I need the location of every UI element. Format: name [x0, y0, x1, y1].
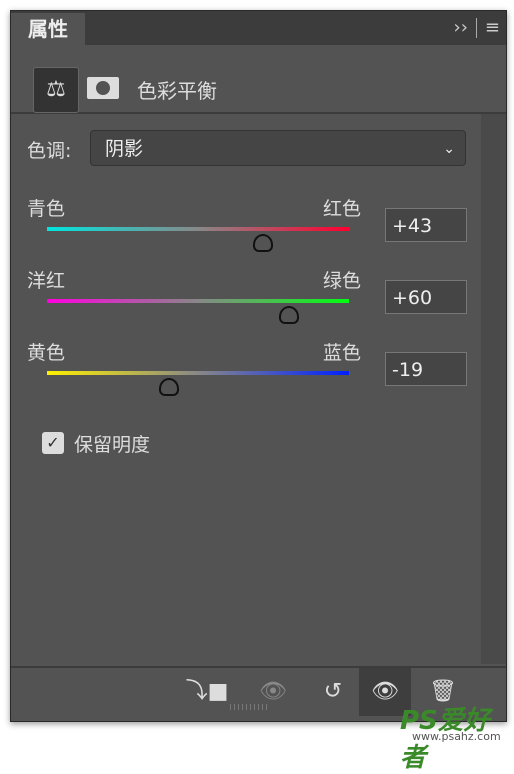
menu-icon[interactable]: ≡ — [485, 17, 500, 38]
slider-left-label: 青色 — [27, 198, 66, 220]
reset-icon[interactable]: ↺ — [307, 668, 359, 716]
scrollbar[interactable] — [481, 114, 506, 664]
panel-header: ⚖ 色彩平衡 — [11, 45, 506, 114]
slider-right-label: 蓝色 — [323, 342, 362, 364]
color-slider-track[interactable] — [47, 371, 349, 375]
preserve-luminosity-checkbox[interactable]: ✓ — [42, 432, 64, 454]
slider-value-input[interactable]: -19 — [385, 352, 467, 386]
slider-left-label: 洋红 — [27, 270, 66, 292]
tone-value: 阴影 — [105, 138, 144, 160]
collapse-icon[interactable]: ›› — [454, 17, 468, 38]
tone-select[interactable]: 阴影 ⌄ — [90, 130, 466, 166]
color-slider-track[interactable] — [47, 299, 349, 303]
chevron-down-icon: ⌄ — [443, 141, 455, 157]
tab-bar: 属性 ›› ≡ — [11, 11, 506, 45]
balance-scale-icon[interactable]: ⚖ — [33, 67, 79, 113]
color-slider-track[interactable] — [47, 227, 349, 231]
tab-properties[interactable]: 属性 — [11, 13, 85, 45]
content: 色调: 阴影 ⌄ 青色 红色 +43 洋红 绿色 +60 黄色 蓝色 -19 ✓ 保留… — [11, 114, 481, 664]
resize-grip[interactable] — [230, 704, 270, 710]
adjustment-title: 色彩平衡 — [137, 79, 217, 103]
slider-right-label: 绿色 — [323, 270, 362, 292]
slider-value-input[interactable]: +60 — [385, 280, 467, 314]
slider-thumb[interactable] — [159, 378, 180, 396]
mask-icon[interactable] — [87, 77, 119, 99]
slider-thumb[interactable] — [278, 306, 299, 324]
clip-to-layer-icon[interactable]: ⤵■ — [181, 668, 233, 716]
slider-right-label: 红色 — [323, 198, 362, 220]
slider-value-input[interactable]: +43 — [385, 208, 467, 242]
divider — [475, 17, 477, 38]
preserve-luminosity-label: 保留明度 — [74, 434, 151, 456]
slider-left-label: 黄色 — [27, 342, 66, 364]
properties-panel: 属性 ›› ≡ ⚖ 色彩平衡 色调: 阴影 ⌄ 青色 红色 +43 洋红 绿色 +6… — [10, 10, 507, 722]
slider-thumb[interactable] — [252, 234, 273, 252]
watermark-url: www.psahz.com — [412, 730, 501, 743]
tone-label: 色调: — [27, 140, 72, 162]
